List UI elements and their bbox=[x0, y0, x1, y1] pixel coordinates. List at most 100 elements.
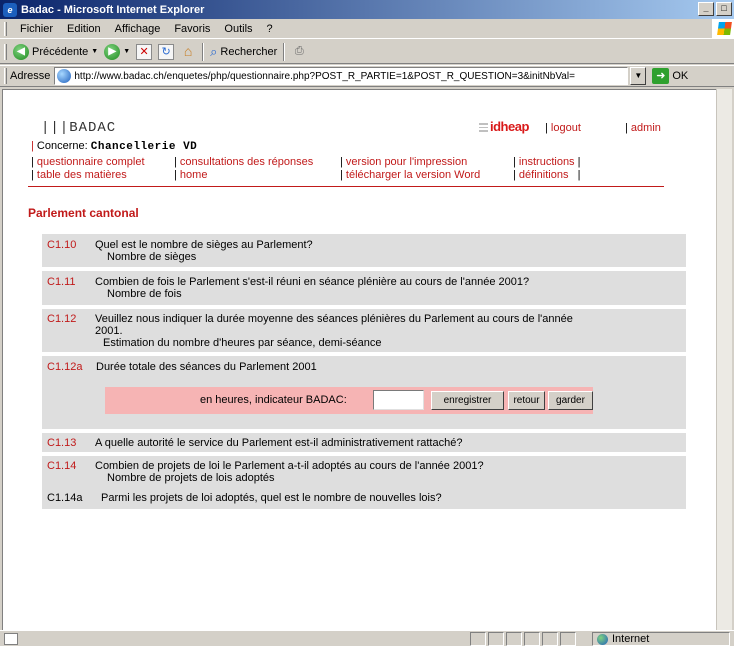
nav-instructions[interactable]: instructions bbox=[519, 156, 575, 168]
question-c1-14: C1.14 Combien de projets de loi le Parle… bbox=[42, 456, 686, 509]
toolbar: ◀ Précédente ▼ ▶ ▼ ✕ ↻ ⌂ ⌕ Rechercher ⎙ bbox=[0, 40, 734, 64]
status-pane bbox=[560, 632, 576, 646]
ie-logo-icon: e bbox=[3, 2, 17, 17]
nav-column-1: | questionnaire complet | table des mati… bbox=[31, 156, 145, 181]
address-label: Adresse bbox=[10, 70, 51, 82]
question-code-c1-14a: C1.14a bbox=[47, 492, 83, 504]
zone-label: Internet bbox=[612, 633, 650, 645]
question-subtext: Nombre de sièges bbox=[107, 251, 197, 263]
menu-grip bbox=[4, 21, 7, 36]
menu-edition[interactable]: Edition bbox=[60, 23, 108, 35]
forward-dropdown-icon[interactable]: ▼ bbox=[123, 48, 130, 55]
go-button[interactable]: ➜ OK bbox=[652, 68, 688, 84]
toolbar-grip bbox=[4, 43, 7, 60]
nav-column-2: | consultations des réponses | home bbox=[174, 156, 314, 181]
title-bar: e Badac - Microsoft Internet Explorer _ … bbox=[0, 0, 734, 19]
section-title: Parlement cantonal bbox=[28, 206, 139, 220]
question-subtext: Estimation du nombre d'heures par séance… bbox=[103, 337, 382, 349]
question-code: C1.11 bbox=[47, 276, 76, 288]
question-code: C1.12a bbox=[47, 361, 83, 373]
stop-button[interactable]: ✕ bbox=[133, 41, 155, 63]
toolbar-separator bbox=[202, 42, 205, 61]
status-pane bbox=[524, 632, 540, 646]
answer-bar: en heures, indicateur BADAC: enregistrer… bbox=[105, 387, 593, 414]
back-dropdown-icon[interactable]: ▼ bbox=[91, 48, 98, 55]
concerne-label: Concerne: bbox=[36, 140, 88, 152]
nav-column-4: | instructions | | définitions | bbox=[513, 156, 581, 181]
idheap-logo[interactable]: idheap bbox=[479, 119, 529, 134]
status-pane bbox=[488, 632, 504, 646]
question-c1-12: C1.12 Veuillez nous indiquer la durée mo… bbox=[42, 309, 686, 352]
status-pane bbox=[542, 632, 558, 646]
question-code: C1.13 bbox=[47, 437, 77, 449]
address-input[interactable]: http://www.badac.ch/enquetes/php/questio… bbox=[54, 67, 629, 85]
address-url[interactable]: http://www.badac.ch/enquetes/php/questio… bbox=[74, 71, 575, 82]
minimize-button[interactable]: _ bbox=[698, 2, 714, 16]
address-dropdown-button[interactable]: ▼ bbox=[630, 67, 647, 85]
badac-logo: |||BADAC bbox=[41, 120, 117, 136]
concerne-line: | Concerne: Chancellerie VD bbox=[31, 140, 198, 153]
menu-affichage[interactable]: Affichage bbox=[108, 23, 168, 35]
back-button[interactable]: ◀ Précédente ▼ bbox=[10, 41, 101, 63]
question-c1-11: C1.11 Combien de fois le Parlement s'est… bbox=[42, 271, 686, 305]
home-button[interactable]: ⌂ bbox=[177, 41, 199, 63]
menu-outils[interactable]: Outils bbox=[217, 23, 259, 35]
menu-bar: Fichier Edition Affichage Favoris Outils… bbox=[0, 19, 734, 39]
windows-logo-icon bbox=[712, 19, 734, 39]
maximize-button[interactable]: □ bbox=[716, 2, 732, 16]
page-status-icon bbox=[4, 632, 18, 645]
status-pane bbox=[506, 632, 522, 646]
hours-input[interactable] bbox=[373, 390, 424, 410]
question-c1-10: C1.10 Quel est le nombre de sièges au Pa… bbox=[42, 234, 686, 267]
vertical-scrollbar[interactable] bbox=[716, 89, 732, 630]
enregistrer-button[interactable]: enregistrer bbox=[431, 391, 504, 410]
refresh-icon: ↻ bbox=[158, 43, 175, 60]
question-code: C1.14 bbox=[47, 460, 77, 472]
logout-link[interactable]: logout bbox=[551, 122, 581, 134]
print-icon: ⎙ bbox=[294, 44, 304, 57]
admin-link-wrap: | admin bbox=[625, 122, 661, 134]
idheap-lines-icon bbox=[479, 123, 488, 133]
nav-questionnaire-complet[interactable]: questionnaire complet bbox=[37, 156, 145, 168]
address-grip bbox=[4, 68, 7, 84]
question-subtext: Nombre de fois bbox=[107, 288, 182, 300]
nav-definitions[interactable]: définitions bbox=[519, 169, 569, 181]
address-bar: Adresse http://www.badac.ch/enquetes/php… bbox=[0, 65, 734, 87]
status-pane bbox=[470, 632, 486, 646]
print-button[interactable]: ⎙ bbox=[288, 41, 310, 63]
concerne-value: Chancellerie VD bbox=[90, 141, 198, 153]
go-label: OK bbox=[672, 70, 689, 82]
nav-impression[interactable]: version pour l'impression bbox=[346, 156, 467, 168]
status-bar: Internet bbox=[0, 630, 734, 646]
header-divider bbox=[28, 186, 664, 187]
nav-home[interactable]: home bbox=[180, 169, 208, 181]
idheap-text: idheap bbox=[490, 119, 529, 134]
question-text: Combien de projets de loi le Parlement a… bbox=[95, 460, 484, 472]
site-header: |||BADAC | Concerne: Chancellerie VD idh… bbox=[29, 116, 689, 186]
question-text-line2: 2001. bbox=[95, 325, 123, 337]
toolbar-separator-2 bbox=[283, 42, 286, 61]
home-icon: ⌂ bbox=[183, 42, 193, 59]
forward-button[interactable]: ▶ ▼ bbox=[101, 41, 133, 63]
nav-consultations[interactable]: consultations des réponses bbox=[180, 156, 313, 168]
search-button[interactable]: ⌕ Rechercher bbox=[207, 41, 280, 63]
nav-telecharger-word[interactable]: télécharger la version Word bbox=[346, 169, 480, 181]
question-code: C1.10 bbox=[47, 239, 77, 251]
menu-favoris[interactable]: Favoris bbox=[167, 23, 217, 35]
nav-table-des-matieres[interactable]: table des matières bbox=[37, 169, 127, 181]
search-icon: ⌕ bbox=[210, 43, 218, 59]
question-text-c1-14a: Parmi les projets de loi adoptés, quel e… bbox=[101, 492, 442, 504]
menu-help[interactable]: ? bbox=[260, 23, 280, 35]
nav-column-3: | version pour l'impression | télécharge… bbox=[340, 156, 481, 181]
security-zone[interactable]: Internet bbox=[592, 632, 730, 646]
status-panes bbox=[470, 632, 578, 646]
window-title: Badac - Microsoft Internet Explorer bbox=[21, 3, 205, 16]
question-text: Quel est le nombre de sièges au Parlemen… bbox=[95, 239, 313, 251]
menu-fichier[interactable]: Fichier bbox=[13, 23, 60, 35]
admin-link[interactable]: admin bbox=[631, 122, 661, 134]
retour-button[interactable]: retour bbox=[508, 391, 545, 410]
back-arrow-icon: ◀ bbox=[13, 43, 29, 60]
garder-button[interactable]: garder bbox=[548, 391, 593, 410]
go-arrow-icon: ➜ bbox=[652, 68, 670, 84]
refresh-button[interactable]: ↻ bbox=[155, 41, 177, 63]
